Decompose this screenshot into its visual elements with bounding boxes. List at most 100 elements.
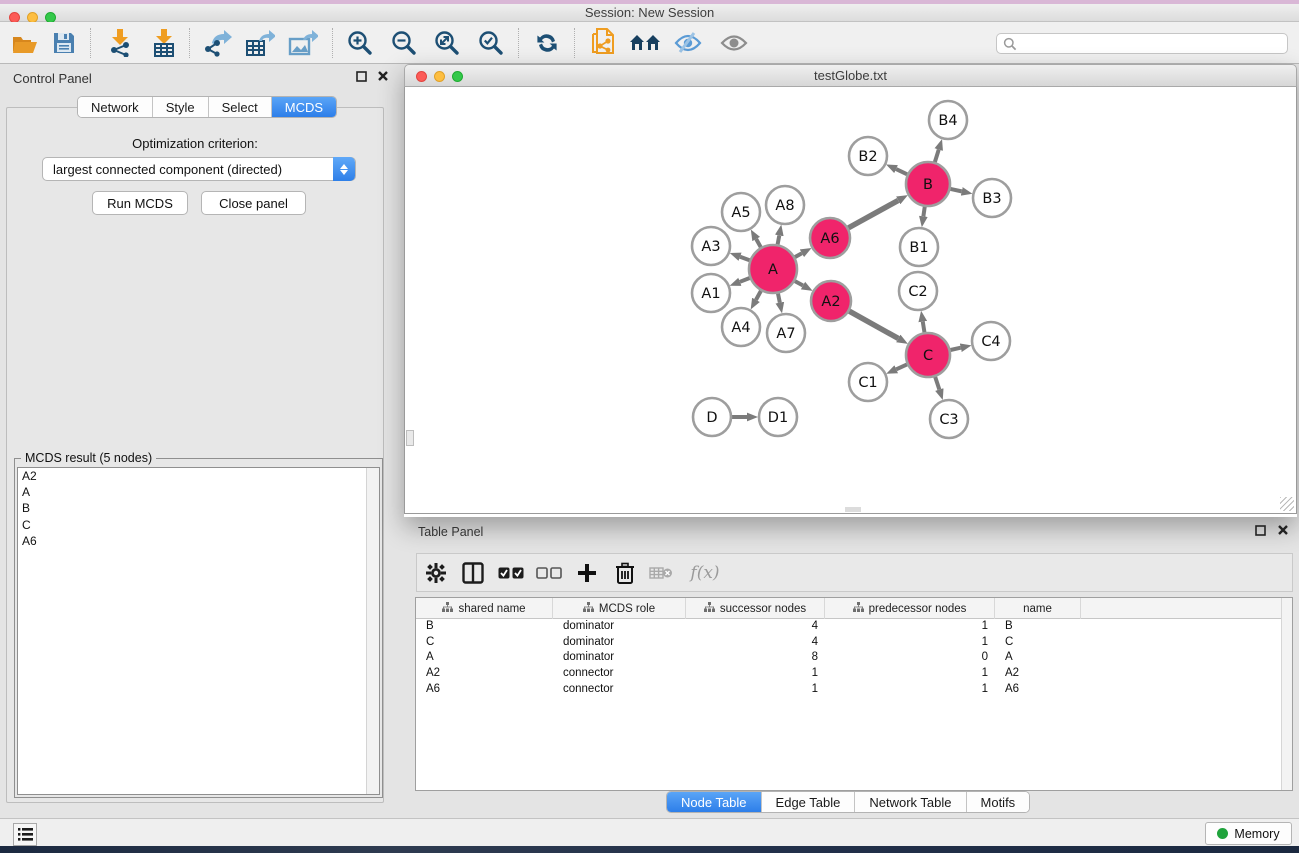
mcds-result-item[interactable]: A2: [18, 468, 379, 484]
graph-node-A[interactable]: A: [749, 245, 797, 293]
minimize-network-window-icon[interactable]: [434, 71, 445, 82]
gear-icon[interactable]: [420, 557, 452, 589]
mcds-list-scrollbar[interactable]: [366, 468, 379, 795]
tab-edge-table[interactable]: Edge Table: [762, 792, 856, 812]
maximize-network-window-icon[interactable]: [452, 71, 463, 82]
graph-node-A4[interactable]: A4: [722, 308, 760, 346]
run-mcds-button[interactable]: Run MCDS: [92, 191, 188, 215]
float-table-panel-icon[interactable]: [1255, 525, 1266, 539]
graph-node-A2[interactable]: A2: [811, 281, 851, 321]
close-network-window-icon[interactable]: [416, 71, 427, 82]
graph-edge-A-A2[interactable]: [795, 281, 803, 285]
refresh-icon[interactable]: [531, 27, 563, 59]
delete-table-icon[interactable]: [645, 557, 677, 589]
close-panel-icon[interactable]: [377, 70, 389, 85]
export-table-icon[interactable]: [244, 27, 276, 59]
graph-edge-B-B3[interactable]: [950, 189, 961, 191]
graph-edge-A-A8[interactable]: [778, 235, 780, 244]
table-row[interactable]: A6connector11A6: [416, 682, 1292, 698]
graph-edge-B-B1[interactable]: [923, 207, 924, 217]
graph-node-B4[interactable]: B4: [929, 101, 967, 139]
graph-edge-A2-C[interactable]: [849, 311, 898, 338]
table-row[interactable]: Cdominator41C: [416, 635, 1292, 651]
select-all-columns-icon[interactable]: [495, 557, 527, 589]
import-network-icon[interactable]: [104, 27, 136, 59]
graph-node-C4[interactable]: C4: [972, 322, 1010, 360]
graph-node-D[interactable]: D: [693, 398, 731, 436]
tab-network-table[interactable]: Network Table: [855, 792, 966, 812]
table-scrollbar[interactable]: [1281, 598, 1292, 790]
table-row[interactable]: Adominator80A: [416, 650, 1292, 666]
tab-mcds[interactable]: MCDS: [272, 97, 336, 117]
import-table-icon[interactable]: [148, 27, 180, 59]
graph-edge-A-A3[interactable]: [740, 257, 749, 261]
export-image-icon[interactable]: [287, 27, 319, 59]
graph-node-B3[interactable]: B3: [973, 179, 1011, 217]
graph-node-A8[interactable]: A8: [766, 186, 804, 224]
network-resize-grip[interactable]: [1280, 497, 1294, 511]
graph-edge-A-A5[interactable]: [756, 239, 761, 247]
graph-node-D1[interactable]: D1: [759, 398, 797, 436]
graph-node-A6[interactable]: A6: [810, 218, 850, 258]
table-row[interactable]: Bdominator41B: [416, 619, 1292, 635]
close-panel-button[interactable]: Close panel: [201, 191, 306, 215]
split-panel-icon[interactable]: [457, 557, 489, 589]
zoom-out-icon[interactable]: [388, 27, 420, 59]
zoom-selected-icon[interactable]: [475, 27, 507, 59]
graph-edge-C-C4[interactable]: [950, 348, 960, 350]
float-panel-icon[interactable]: [356, 71, 367, 85]
graph-edge-C-C1[interactable]: [896, 364, 907, 369]
table-row[interactable]: A2connector11A2: [416, 666, 1292, 682]
graph-node-C1[interactable]: C1: [849, 363, 887, 401]
network-vertical-scrollbar[interactable]: [406, 430, 414, 446]
graph-node-A1[interactable]: A1: [692, 274, 730, 312]
delete-column-icon[interactable]: [609, 557, 641, 589]
graph-node-A7[interactable]: A7: [767, 314, 805, 352]
mcds-result-item[interactable]: A6: [18, 533, 379, 549]
task-history-button[interactable]: [13, 823, 37, 846]
deselect-all-columns-icon[interactable]: [533, 557, 565, 589]
mcds-result-item[interactable]: C: [18, 517, 379, 533]
graph-edge-B-B4[interactable]: [935, 150, 939, 162]
graph-edge-C-C3[interactable]: [935, 377, 939, 390]
zoom-in-icon[interactable]: [344, 27, 376, 59]
column-header-predecessor-nodes[interactable]: predecessor nodes: [825, 598, 995, 619]
graph-node-C2[interactable]: C2: [899, 272, 937, 310]
add-column-icon[interactable]: [571, 557, 603, 589]
tab-style[interactable]: Style: [153, 97, 209, 117]
function-builder-icon[interactable]: f(x): [683, 557, 727, 589]
graph-edge-A-A1[interactable]: [740, 278, 750, 282]
graph-edge-A-A7[interactable]: [778, 293, 780, 302]
tab-select[interactable]: Select: [209, 97, 272, 117]
graph-node-C[interactable]: C: [906, 333, 950, 377]
search-input[interactable]: [996, 33, 1288, 54]
tab-node-table[interactable]: Node Table: [667, 792, 762, 812]
close-table-panel-icon[interactable]: [1277, 524, 1289, 539]
graph-edge-A-A6[interactable]: [795, 253, 802, 257]
graph-edge-B-B2[interactable]: [896, 169, 907, 174]
graph-node-C3[interactable]: C3: [930, 400, 968, 438]
zoom-fit-icon[interactable]: [431, 27, 463, 59]
memory-button[interactable]: Memory: [1205, 822, 1292, 845]
graph-node-A5[interactable]: A5: [722, 193, 760, 231]
mcds-result-item[interactable]: A: [18, 484, 379, 500]
column-header-successor-nodes[interactable]: successor nodes: [686, 598, 825, 619]
criterion-dropdown[interactable]: largest connected component (directed): [42, 157, 356, 181]
tab-motifs[interactable]: Motifs: [967, 792, 1030, 812]
show-graphics-details-icon[interactable]: [718, 27, 750, 59]
graph-edge-A-A4[interactable]: [756, 291, 761, 300]
network-horizontal-scrollbar[interactable]: [845, 507, 861, 512]
graph-node-A3[interactable]: A3: [692, 227, 730, 265]
save-session-icon[interactable]: [48, 27, 80, 59]
hide-graphics-details-icon[interactable]: [672, 27, 704, 59]
open-file-icon[interactable]: [9, 27, 41, 59]
column-header-name[interactable]: name: [995, 598, 1081, 619]
home-layout-icon[interactable]: [629, 27, 661, 59]
export-network-icon[interactable]: [202, 27, 234, 59]
column-header-shared-name[interactable]: shared name: [416, 598, 553, 619]
graph-node-B[interactable]: B: [906, 162, 950, 206]
graph-node-B2[interactable]: B2: [849, 137, 887, 175]
graph-node-B1[interactable]: B1: [900, 228, 938, 266]
tab-network[interactable]: Network: [78, 97, 153, 117]
graph-edge-A6-B[interactable]: [848, 200, 898, 227]
